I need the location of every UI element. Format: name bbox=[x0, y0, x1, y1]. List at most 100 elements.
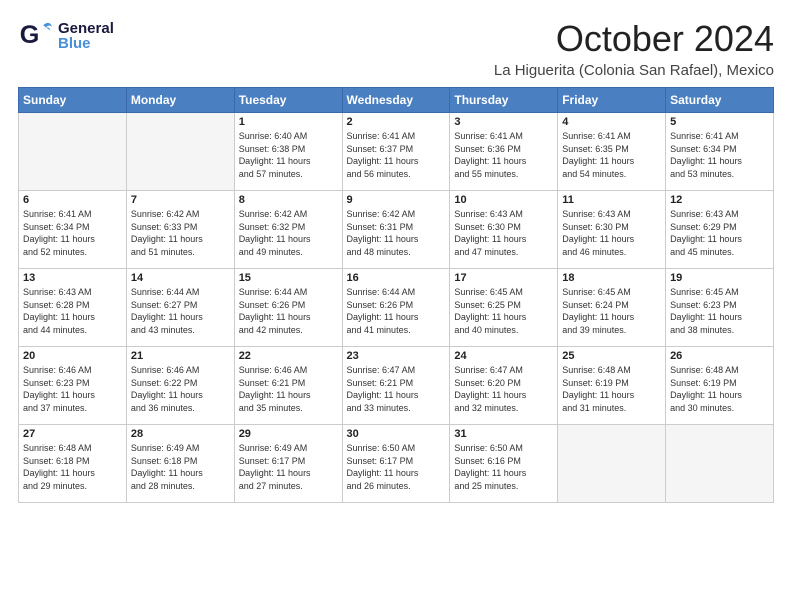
calendar-body: 1 Sunrise: 6:40 AMSunset: 6:38 PMDaylight… bbox=[19, 113, 774, 503]
header: G General Blue October 2024 La Higuerita… bbox=[18, 18, 774, 79]
cell-details: Sunrise: 6:46 AMSunset: 6:21 PMDaylight:… bbox=[239, 364, 338, 414]
day-number: 24 bbox=[454, 350, 553, 362]
cell-details: Sunrise: 6:48 AMSunset: 6:18 PMDaylight:… bbox=[23, 442, 122, 492]
logo: G General Blue bbox=[18, 18, 114, 54]
day-number: 12 bbox=[670, 194, 769, 206]
cell-details: Sunrise: 6:45 AMSunset: 6:24 PMDaylight:… bbox=[562, 286, 661, 336]
calendar-cell: 19 Sunrise: 6:45 AMSunset: 6:23 PMDayligh… bbox=[666, 269, 774, 347]
cell-details: Sunrise: 6:46 AMSunset: 6:22 PMDaylight:… bbox=[131, 364, 230, 414]
day-number: 9 bbox=[347, 194, 446, 206]
day-number: 5 bbox=[670, 116, 769, 128]
calendar-cell: 11 Sunrise: 6:43 AMSunset: 6:30 PMDayligh… bbox=[558, 191, 666, 269]
day-number: 31 bbox=[454, 428, 553, 440]
calendar-cell: 12Sunrise: 6:43 AMSunset: 6:29 PMDayligh… bbox=[666, 191, 774, 269]
calendar-cell: 30Sunrise: 6:50 AMSunset: 6:17 PMDayligh… bbox=[342, 425, 450, 503]
cell-details: Sunrise: 6:48 AMSunset: 6:19 PMDaylight:… bbox=[670, 364, 769, 414]
logo-text: General Blue bbox=[58, 21, 114, 51]
calendar-cell: 8Sunrise: 6:42 AMSunset: 6:32 PMDaylight… bbox=[234, 191, 342, 269]
cell-details: Sunrise: 6:49 AMSunset: 6:17 PMDaylight:… bbox=[239, 442, 338, 492]
day-number: 11 bbox=[562, 194, 661, 206]
header-cell-saturday: Saturday bbox=[666, 88, 774, 113]
calendar-cell: 5 Sunrise: 6:41 AMSunset: 6:34 PMDaylight… bbox=[666, 113, 774, 191]
cell-details: Sunrise: 6:43 AMSunset: 6:30 PMDaylight:… bbox=[562, 208, 661, 258]
svg-text:G: G bbox=[20, 21, 40, 49]
day-number: 15 bbox=[239, 272, 338, 284]
day-number: 4 bbox=[562, 116, 661, 128]
day-number: 25 bbox=[562, 350, 661, 362]
cell-details: Sunrise: 6:42 AMSunset: 6:31 PMDaylight:… bbox=[347, 208, 446, 258]
calendar-cell: 16 Sunrise: 6:44 AMSunset: 6:26 PMDayligh… bbox=[342, 269, 450, 347]
calendar-row-3: 20 Sunrise: 6:46 AMSunset: 6:23 PMDayligh… bbox=[19, 347, 774, 425]
page: G General Blue October 2024 La Higuerita… bbox=[0, 0, 792, 612]
logo-general-text: General bbox=[58, 21, 114, 36]
day-number: 14 bbox=[131, 272, 230, 284]
day-number: 20 bbox=[23, 350, 122, 362]
day-number: 21 bbox=[131, 350, 230, 362]
cell-details: Sunrise: 6:50 AMSunset: 6:16 PMDaylight:… bbox=[454, 442, 553, 492]
calendar-cell: 15 Sunrise: 6:44 AMSunset: 6:26 PMDayligh… bbox=[234, 269, 342, 347]
day-number: 23 bbox=[347, 350, 446, 362]
calendar-cell bbox=[126, 113, 234, 191]
cell-details: Sunrise: 6:46 AMSunset: 6:23 PMDaylight:… bbox=[23, 364, 122, 414]
calendar-cell bbox=[19, 113, 127, 191]
calendar-cell: 26 Sunrise: 6:48 AMSunset: 6:19 PMDayligh… bbox=[666, 347, 774, 425]
cell-details: Sunrise: 6:47 AMSunset: 6:20 PMDaylight:… bbox=[454, 364, 553, 414]
day-number: 30 bbox=[347, 428, 446, 440]
calendar-cell: 17Sunrise: 6:45 AMSunset: 6:25 PMDayligh… bbox=[450, 269, 558, 347]
day-number: 27 bbox=[23, 428, 122, 440]
calendar-cell: 14 Sunrise: 6:44 AMSunset: 6:27 PMDayligh… bbox=[126, 269, 234, 347]
cell-details: Sunrise: 6:44 AMSunset: 6:26 PMDaylight:… bbox=[347, 286, 446, 336]
calendar-row-4: 27 Sunrise: 6:48 AMSunset: 6:18 PMDayligh… bbox=[19, 425, 774, 503]
day-number: 2 bbox=[347, 116, 446, 128]
calendar-cell: 24 Sunrise: 6:47 AMSunset: 6:20 PMDayligh… bbox=[450, 347, 558, 425]
day-number: 6 bbox=[23, 194, 122, 206]
cell-details: Sunrise: 6:41 AMSunset: 6:35 PMDaylight:… bbox=[562, 130, 661, 180]
calendar-cell: 1 Sunrise: 6:40 AMSunset: 6:38 PMDaylight… bbox=[234, 113, 342, 191]
header-cell-friday: Friday bbox=[558, 88, 666, 113]
calendar-cell: 10 Sunrise: 6:43 AMSunset: 6:30 PMDayligh… bbox=[450, 191, 558, 269]
calendar-table: SundayMondayTuesdayWednesdayThursdayFrid… bbox=[18, 87, 774, 503]
calendar-cell: 7 Sunrise: 6:42 AMSunset: 6:33 PMDaylight… bbox=[126, 191, 234, 269]
day-number: 22 bbox=[239, 350, 338, 362]
header-cell-tuesday: Tuesday bbox=[234, 88, 342, 113]
calendar-cell: 29Sunrise: 6:49 AMSunset: 6:17 PMDayligh… bbox=[234, 425, 342, 503]
header-cell-sunday: Sunday bbox=[19, 88, 127, 113]
calendar-cell: 20 Sunrise: 6:46 AMSunset: 6:23 PMDayligh… bbox=[19, 347, 127, 425]
cell-details: Sunrise: 6:43 AMSunset: 6:30 PMDaylight:… bbox=[454, 208, 553, 258]
day-number: 19 bbox=[670, 272, 769, 284]
day-number: 13 bbox=[23, 272, 122, 284]
calendar-cell: 2 Sunrise: 6:41 AMSunset: 6:37 PMDaylight… bbox=[342, 113, 450, 191]
cell-details: Sunrise: 6:44 AMSunset: 6:27 PMDaylight:… bbox=[131, 286, 230, 336]
day-number: 10 bbox=[454, 194, 553, 206]
calendar-cell: 25Sunrise: 6:48 AMSunset: 6:19 PMDayligh… bbox=[558, 347, 666, 425]
calendar-cell: 6Sunrise: 6:41 AMSunset: 6:34 PMDaylight… bbox=[19, 191, 127, 269]
title-area: October 2024 La Higuerita (Colonia San R… bbox=[494, 18, 774, 79]
calendar-header: SundayMondayTuesdayWednesdayThursdayFrid… bbox=[19, 88, 774, 113]
cell-details: Sunrise: 6:40 AMSunset: 6:38 PMDaylight:… bbox=[239, 130, 338, 180]
day-number: 28 bbox=[131, 428, 230, 440]
cell-details: Sunrise: 6:42 AMSunset: 6:33 PMDaylight:… bbox=[131, 208, 230, 258]
calendar-cell: 13Sunrise: 6:43 AMSunset: 6:28 PMDayligh… bbox=[19, 269, 127, 347]
calendar-cell: 31 Sunrise: 6:50 AMSunset: 6:16 PMDayligh… bbox=[450, 425, 558, 503]
calendar-cell: 3Sunrise: 6:41 AMSunset: 6:36 PMDaylight… bbox=[450, 113, 558, 191]
calendar-cell bbox=[558, 425, 666, 503]
logo-blue-text: Blue bbox=[58, 36, 114, 51]
cell-details: Sunrise: 6:41 AMSunset: 6:34 PMDaylight:… bbox=[670, 130, 769, 180]
header-cell-monday: Monday bbox=[126, 88, 234, 113]
cell-details: Sunrise: 6:41 AMSunset: 6:36 PMDaylight:… bbox=[454, 130, 553, 180]
day-number: 16 bbox=[347, 272, 446, 284]
calendar-cell: 28 Sunrise: 6:49 AMSunset: 6:18 PMDayligh… bbox=[126, 425, 234, 503]
day-number: 7 bbox=[131, 194, 230, 206]
header-cell-thursday: Thursday bbox=[450, 88, 558, 113]
cell-details: Sunrise: 6:44 AMSunset: 6:26 PMDaylight:… bbox=[239, 286, 338, 336]
cell-details: Sunrise: 6:45 AMSunset: 6:23 PMDaylight:… bbox=[670, 286, 769, 336]
calendar-cell: 27 Sunrise: 6:48 AMSunset: 6:18 PMDayligh… bbox=[19, 425, 127, 503]
header-cell-wednesday: Wednesday bbox=[342, 88, 450, 113]
calendar-row-2: 13Sunrise: 6:43 AMSunset: 6:28 PMDayligh… bbox=[19, 269, 774, 347]
day-number: 18 bbox=[562, 272, 661, 284]
day-number: 1 bbox=[239, 116, 338, 128]
cell-details: Sunrise: 6:49 AMSunset: 6:18 PMDaylight:… bbox=[131, 442, 230, 492]
cell-details: Sunrise: 6:41 AMSunset: 6:37 PMDaylight:… bbox=[347, 130, 446, 180]
calendar-cell: 4 Sunrise: 6:41 AMSunset: 6:35 PMDaylight… bbox=[558, 113, 666, 191]
day-number: 26 bbox=[670, 350, 769, 362]
